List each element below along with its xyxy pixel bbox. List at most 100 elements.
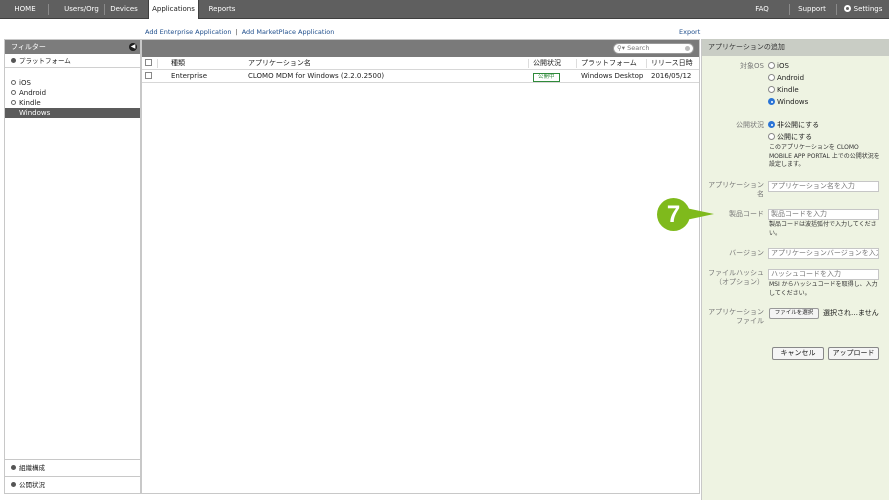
version-input[interactable]: アプリケーションバージョンを入力 [768, 248, 879, 259]
platform-list: iOS Android Kindle Windows [5, 78, 140, 118]
filter-title: フィルター [11, 43, 46, 51]
search-icon: ⚲▾ [617, 44, 626, 52]
select-all-checkbox[interactable] [145, 57, 152, 70]
bullet-icon [11, 58, 16, 63]
top-nav: HOME Users/Org Devices Applications Repo… [0, 0, 889, 19]
platform-item-windows[interactable]: Windows [5, 108, 140, 118]
filter-header: フィルター ◀ [5, 40, 140, 54]
nav-applications[interactable]: Applications [148, 0, 199, 19]
publish-option-label: 公開にする [777, 133, 813, 141]
hash-label: ファイルハッシュ（オプション） [708, 269, 764, 286]
nav-reports[interactable]: Reports [203, 0, 241, 19]
platform-section-label: プラットフォーム [19, 57, 71, 65]
nav-home[interactable]: HOME [8, 0, 42, 19]
nav-separator [836, 4, 837, 15]
platform-label: iOS [19, 79, 31, 87]
platform-item-android[interactable]: Android [5, 88, 140, 98]
add-enterprise-link[interactable]: Add Enterprise Application [145, 28, 231, 36]
table-row[interactable]: Enterprise CLOMO MDM for Windows (2.2.0.… [142, 70, 699, 83]
os-option-android[interactable]: Android [768, 73, 804, 83]
row-status: 公開中 [533, 70, 560, 83]
publish-option-public[interactable]: 公開にする [768, 132, 812, 142]
radio-icon [768, 86, 775, 93]
bullet-icon [11, 482, 16, 487]
platform-item-kindle[interactable]: Kindle [5, 98, 140, 108]
col-type[interactable]: 種類 [171, 57, 185, 70]
nav-separator [48, 4, 49, 15]
radio-selected-icon [768, 98, 775, 105]
row-app-name[interactable]: CLOMO MDM for Windows (2.2.0.2500) [248, 70, 384, 83]
callout-pointer [686, 208, 714, 220]
nav-devices[interactable]: Devices [108, 0, 140, 19]
version-label: バージョン [729, 249, 764, 257]
file-label: アプリケーションファイル [708, 308, 764, 325]
column-divider [646, 59, 647, 68]
add-app-links: Add Enterprise Application | Add MarketPla… [145, 28, 334, 36]
radio-icon [768, 74, 775, 81]
add-marketplace-link[interactable]: Add MarketPlace Application [242, 28, 335, 36]
expand-icon [11, 80, 16, 85]
publish-option-private[interactable]: 非公開にする [768, 120, 819, 130]
product-code-note: 製品コードは波括弧付で入力してください。 [769, 221, 877, 237]
col-release[interactable]: リリース日時 [651, 57, 693, 70]
app-name-label: アプリケーション名 [708, 181, 764, 198]
publish-label: 公開状況 [736, 121, 764, 129]
target-os-label: 対象OS [740, 62, 764, 70]
table-toolbar: ⚲▾ Search [142, 40, 699, 57]
column-divider [528, 59, 529, 68]
bullet-icon [11, 465, 16, 470]
cancel-button[interactable]: キャンセル [772, 347, 824, 360]
os-option-ios[interactable]: iOS [768, 61, 789, 71]
upload-button[interactable]: アップロード [828, 347, 879, 360]
nav-separator [104, 4, 105, 15]
col-platform[interactable]: プラットフォーム [581, 57, 637, 70]
platform-section-head[interactable]: プラットフォーム [5, 54, 140, 68]
gear-icon [843, 5, 851, 12]
nav-settings[interactable]: Settings [843, 0, 883, 19]
org-section-label: 組織構成 [19, 464, 45, 472]
os-label: Android [777, 74, 805, 82]
row-platform: Windows Desktop [581, 72, 644, 80]
search-input[interactable]: ⚲▾ Search [613, 43, 694, 54]
row-checkbox[interactable] [145, 70, 152, 83]
col-status[interactable]: 公開状況 [533, 57, 561, 70]
publish-note: このアプリケーションを CLOMO MOBILE APP PORTAL 上での公… [769, 144, 880, 168]
os-option-kindle[interactable]: Kindle [768, 85, 799, 95]
hash-input[interactable]: ハッシュコードを入力 [768, 269, 879, 280]
platform-item-ios[interactable]: iOS [5, 78, 140, 88]
clear-search-icon[interactable] [685, 46, 690, 51]
nav-separator [789, 4, 790, 15]
radio-icon [768, 62, 775, 69]
os-label: iOS [777, 62, 789, 70]
col-app-name[interactable]: アプリケーション名 [248, 57, 311, 70]
row-type: Enterprise [171, 72, 208, 80]
app-table: ⚲▾ Search 種類 アプリケーション名 公開状況 プラットフォーム リリー… [141, 39, 700, 494]
platform-label: Windows [19, 109, 51, 117]
add-panel-title: アプリケーションの追加 [702, 39, 889, 56]
file-status: 選択され…ません [823, 309, 879, 317]
publish-option-label: 非公開にする [777, 121, 820, 129]
app-name-input[interactable]: アプリケーション名を入力 [768, 181, 879, 192]
export-link[interactable]: Export [679, 28, 700, 36]
radio-icon [768, 133, 775, 140]
expand-icon [11, 100, 16, 105]
status-section-label: 公開状況 [19, 481, 45, 489]
nav-faq[interactable]: FAQ [752, 0, 772, 19]
nav-users-org[interactable]: Users/Org [55, 0, 108, 19]
column-divider [157, 59, 158, 68]
radio-selected-icon [768, 121, 775, 128]
product-code-input[interactable]: 製品コードを入力 [768, 209, 879, 220]
nav-support[interactable]: Support [796, 0, 828, 19]
search-placeholder: Search [627, 44, 650, 52]
expand-icon [11, 90, 16, 95]
row-release: 2016/05/12 [651, 72, 692, 80]
settings-label: Settings [853, 5, 883, 13]
table-header: 種類 アプリケーション名 公開状況 プラットフォーム リリース日時 [142, 57, 699, 70]
status-badge: 公開中 [533, 73, 560, 82]
status-section-head[interactable]: 公開状況 [5, 476, 140, 493]
org-section-head[interactable]: 組織構成 [5, 459, 140, 476]
collapse-left-icon[interactable]: ◀ [129, 43, 137, 51]
os-option-windows[interactable]: Windows [768, 97, 808, 107]
platform-label: Android [19, 89, 47, 97]
choose-file-button[interactable]: ファイルを選択 [769, 308, 819, 319]
